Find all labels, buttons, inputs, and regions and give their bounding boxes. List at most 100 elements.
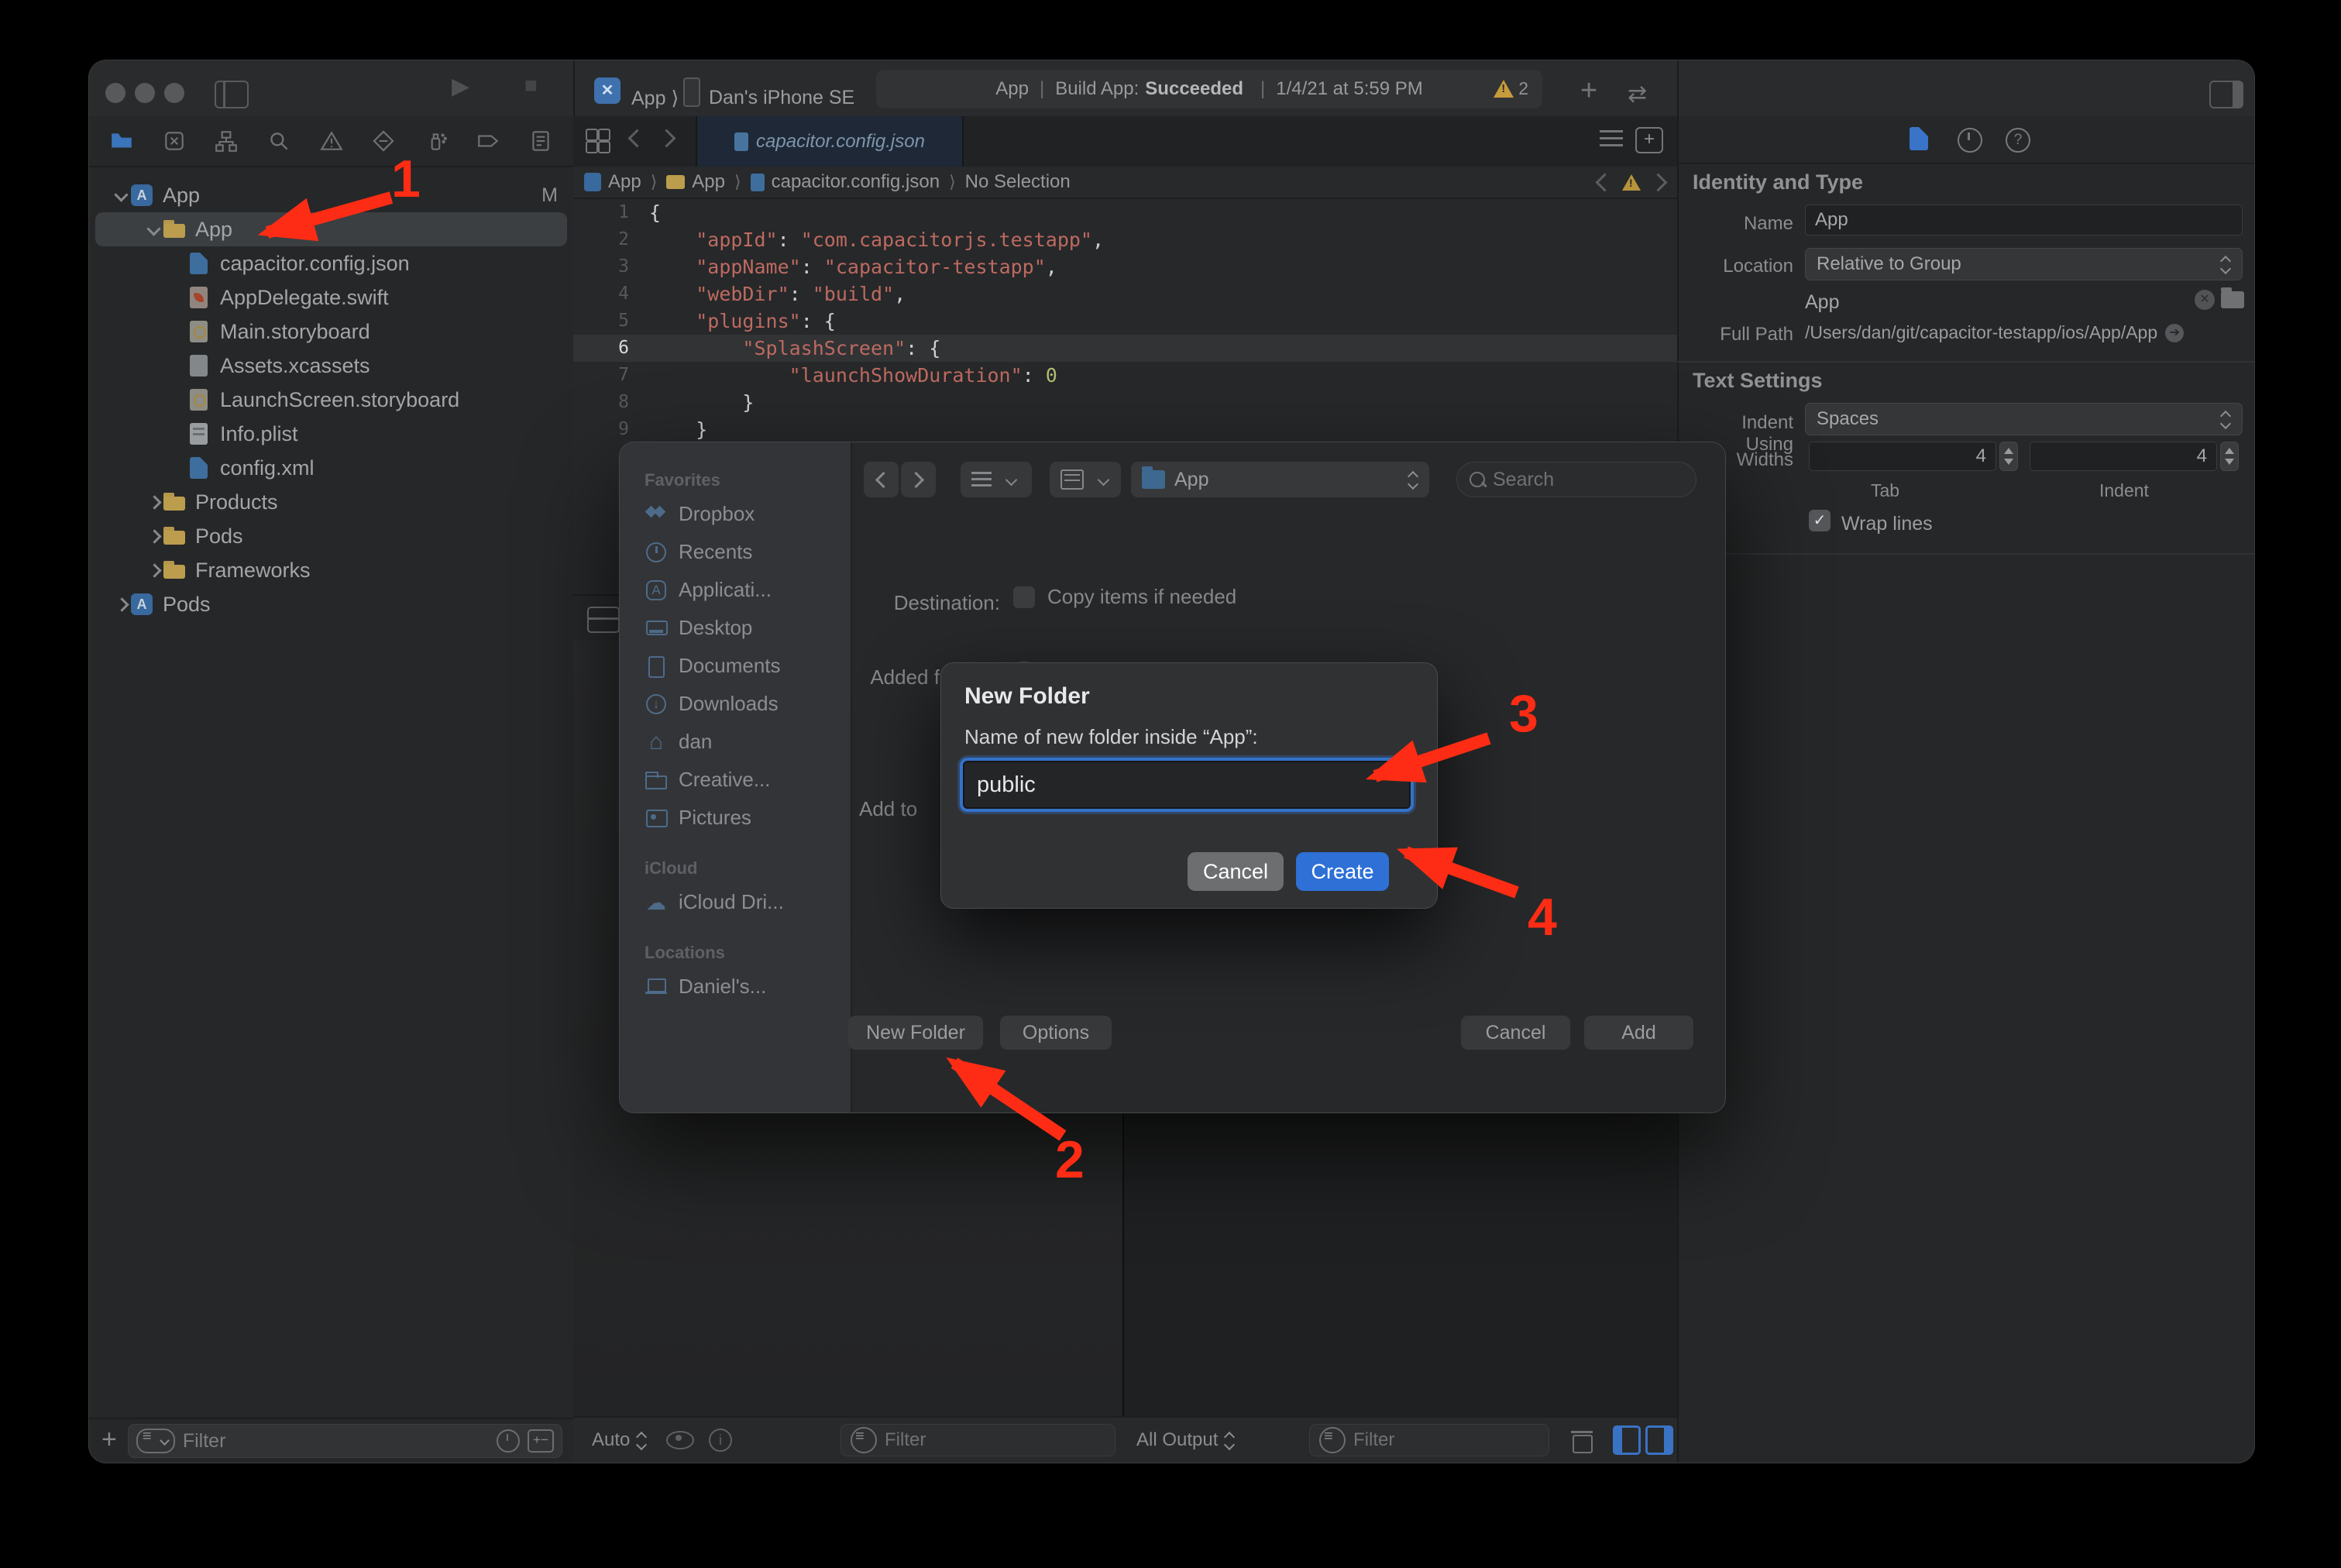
tree-row[interactable]: Pods xyxy=(89,587,573,621)
close-window-button[interactable] xyxy=(105,83,125,103)
breadcrumb-group[interactable]: App xyxy=(692,171,725,193)
sidebar-item[interactable]: Recents xyxy=(620,533,851,571)
forward-history-icon[interactable] xyxy=(657,129,675,147)
tree-row[interactable]: capacitor.config.json xyxy=(89,246,573,280)
source-control-icon[interactable] xyxy=(162,129,187,153)
options-button[interactable]: Options xyxy=(1000,1016,1112,1050)
sidebar-item[interactable]: Desktop xyxy=(620,609,851,647)
breadcrumb-file[interactable]: capacitor.config.json xyxy=(772,171,940,193)
folder-name-input[interactable] xyxy=(963,761,1411,809)
tree-row[interactable]: App M xyxy=(89,178,573,212)
toggle-navigator-icon[interactable] xyxy=(215,81,249,108)
wrap-lines-checkbox[interactable]: ✓ xyxy=(1809,510,1831,531)
tree-row[interactable]: Assets.xcassets xyxy=(89,349,573,383)
variables-scope-dropdown[interactable]: Auto xyxy=(592,1418,647,1463)
editor-tab[interactable]: capacitor.config.json xyxy=(696,116,964,167)
history-inspector-icon[interactable] xyxy=(1958,128,1982,153)
editor-options-icon[interactable] xyxy=(1600,130,1623,150)
issue-navigator-icon[interactable] xyxy=(319,129,344,153)
sidebar-item[interactable]: Pictures xyxy=(620,799,851,837)
tree-row[interactable]: Pods xyxy=(89,519,573,553)
minimap-grid-icon[interactable] xyxy=(586,129,609,152)
clear-console-icon[interactable] xyxy=(1571,1418,1593,1463)
sidebar-item[interactable]: dan xyxy=(620,723,851,761)
info-icon[interactable]: i xyxy=(709,1418,732,1463)
sidebar-item[interactable]: Documents xyxy=(620,647,851,685)
copy-items-row[interactable]: Copy items if needed xyxy=(1001,585,1236,609)
copy-items-checkbox[interactable] xyxy=(1013,586,1035,608)
open-path-arrow-icon[interactable]: ➔ xyxy=(2165,324,2184,342)
next-issue-icon[interactable] xyxy=(1648,173,1667,191)
choose-folder-icon[interactable] xyxy=(2221,291,2244,308)
sidebar-item[interactable]: Dropbox xyxy=(620,495,851,533)
previous-issue-icon[interactable] xyxy=(1595,173,1614,191)
breadcrumb-selection[interactable]: No Selection xyxy=(965,171,1071,193)
indent-using-dropdown[interactable]: Spaces xyxy=(1805,403,2243,435)
disclosure-chevron-icon[interactable] xyxy=(168,424,188,444)
tab-width-stepper[interactable] xyxy=(1999,442,2018,471)
minimize-window-button[interactable] xyxy=(135,83,155,103)
tree-row[interactable]: App xyxy=(95,212,567,246)
grid-view-dropdown[interactable] xyxy=(1050,462,1121,497)
console-filter-field[interactable]: Filter xyxy=(1309,1418,1549,1463)
library-add-button[interactable]: + xyxy=(1580,74,1597,108)
variables-filter-field[interactable]: Filter xyxy=(840,1418,1115,1463)
show-variables-pane-icon[interactable] xyxy=(1613,1418,1641,1463)
disclosure-chevron-icon[interactable] xyxy=(168,287,188,308)
quicklook-eye-icon[interactable] xyxy=(666,1418,694,1463)
dialog-forward-button[interactable] xyxy=(901,462,936,497)
tree-row[interactable]: Products xyxy=(89,485,573,519)
disclosure-chevron-icon[interactable] xyxy=(143,526,163,546)
clear-location-icon[interactable]: ✕ xyxy=(2195,290,2215,310)
scheme-name[interactable]: App ⟩ xyxy=(631,87,679,110)
disclosure-chevron-icon[interactable] xyxy=(168,458,188,478)
dialog-search-field[interactable]: Search xyxy=(1456,462,1696,497)
report-navigator-icon[interactable] xyxy=(528,129,553,153)
source-control-filter-icon[interactable]: +− xyxy=(528,1429,554,1453)
list-view-dropdown[interactable] xyxy=(961,462,1032,497)
sidebar-item[interactable]: Daniel's... xyxy=(620,968,851,1006)
modal-create-button[interactable]: Create xyxy=(1296,852,1389,891)
name-field[interactable]: App xyxy=(1805,205,2243,236)
tree-row[interactable]: Info.plist xyxy=(89,417,573,451)
recent-files-icon[interactable] xyxy=(497,1429,520,1453)
indent-width-stepper[interactable] xyxy=(2220,442,2239,471)
tree-row[interactable]: Frameworks xyxy=(89,553,573,587)
run-button[interactable]: ▶ xyxy=(452,73,469,100)
add-editor-icon[interactable]: + xyxy=(1635,127,1663,153)
zoom-window-button[interactable] xyxy=(164,83,184,103)
file-inspector-icon[interactable] xyxy=(1910,127,1928,150)
new-folder-button[interactable]: New Folder xyxy=(848,1016,983,1050)
disclosure-chevron-icon[interactable] xyxy=(168,322,188,342)
run-destination[interactable]: Dan's iPhone SE xyxy=(709,87,854,109)
symbol-navigator-icon[interactable] xyxy=(214,129,239,153)
back-history-icon[interactable] xyxy=(627,129,646,147)
issue-warning-icon[interactable] xyxy=(1622,174,1641,191)
disclosure-chevron-icon[interactable] xyxy=(143,560,163,580)
disclosure-chevron-icon[interactable] xyxy=(111,594,131,614)
navigator-filter-field[interactable]: Filter +− xyxy=(128,1424,562,1458)
modal-cancel-button[interactable]: Cancel xyxy=(1188,852,1284,891)
sidebar-item[interactable]: iCloud Dri... xyxy=(620,883,851,921)
dialog-back-button[interactable] xyxy=(864,462,899,497)
tree-row[interactable]: Main.storyboard xyxy=(89,315,573,349)
disclosure-chevron-icon[interactable] xyxy=(111,185,131,205)
warning-count-badge[interactable]: 2 xyxy=(1494,78,1528,99)
dialog-add-button[interactable]: Add xyxy=(1584,1016,1693,1050)
tab-width-field[interactable]: 4 xyxy=(1809,442,1996,471)
project-navigator-icon[interactable] xyxy=(109,129,134,153)
tree-row[interactable]: LaunchScreen.storyboard xyxy=(89,383,573,417)
sidebar-item[interactable]: Creative... xyxy=(620,761,851,799)
stop-button[interactable]: ■ xyxy=(524,73,538,98)
disclosure-chevron-icon[interactable] xyxy=(168,356,188,376)
disclosure-chevron-icon[interactable] xyxy=(143,219,163,239)
tree-row[interactable]: config.xml xyxy=(89,451,573,485)
debug-navigator-icon[interactable] xyxy=(424,129,449,153)
breadcrumb-project[interactable]: App xyxy=(608,171,641,193)
quick-help-inspector-icon[interactable]: ? xyxy=(2006,128,2030,153)
breakpoint-navigator-icon[interactable] xyxy=(476,129,500,153)
toggle-inspector-icon[interactable] xyxy=(2209,81,2243,108)
split-pane-icon[interactable] xyxy=(587,607,620,633)
editor-arrows-icon[interactable]: ⇄ xyxy=(1628,81,1647,108)
search-navigator-icon[interactable] xyxy=(266,129,291,153)
